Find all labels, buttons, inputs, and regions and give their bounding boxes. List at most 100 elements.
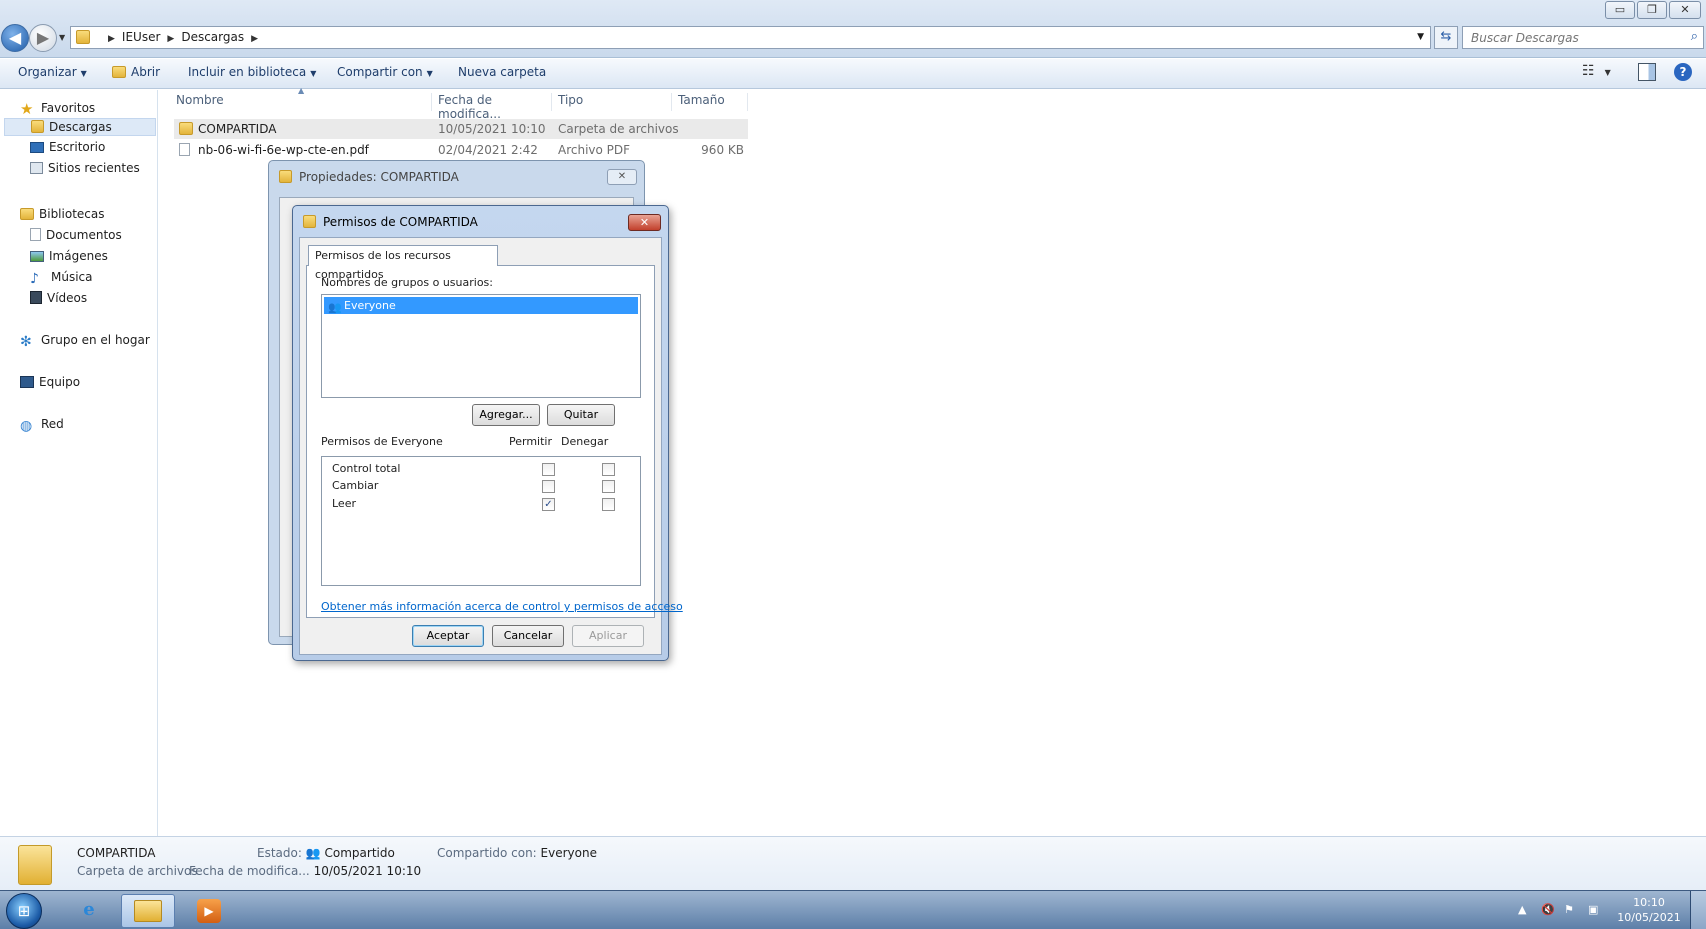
action-center-flag-icon[interactable]: ⚑ [1564,903,1574,916]
help-icon[interactable]: ? [1674,63,1692,81]
column-header-size[interactable]: Tamaño [678,93,748,111]
sidebar-item-videos[interactable]: Vídeos [30,291,87,305]
allow-full-control-checkbox[interactable] [542,463,555,476]
speaker-muted-icon[interactable]: 🔇 [1541,903,1555,916]
taskbar-windows-explorer[interactable] [121,894,175,928]
file-row-compartida[interactable]: COMPARTIDA 10/05/2021 10:10 Carpeta de a… [174,119,748,139]
show-hidden-icons-icon[interactable]: ▲ [1518,903,1526,916]
deny-full-control-checkbox[interactable] [602,463,615,476]
clock-date: 10/05/2021 [1617,911,1681,924]
folder-icon [179,122,193,135]
permissions-close-button[interactable]: ✕ [628,214,661,231]
search-input[interactable] [1471,28,1681,48]
recent-places-icon [30,162,43,174]
deny-change-checkbox[interactable] [602,480,615,493]
refresh-button[interactable]: ⇆ [1434,26,1458,49]
list-item-everyone[interactable]: 👥 Everyone [324,297,638,314]
homegroup-icon: ✻ [20,334,32,350]
minimize-icon: ▭ [1614,3,1626,16]
access-control-help-link[interactable]: Obtener más información acerca de contro… [321,600,683,613]
forward-button[interactable]: ▶ [29,24,57,52]
sidebar-item-computer[interactable]: Equipo [20,375,80,389]
column-header-type[interactable]: Tipo [558,93,672,111]
organize-button[interactable]: Organizar ▼ [18,65,87,79]
chevron-right-icon[interactable]: ▶ [251,34,258,44]
sidebar-item-label: Descargas [49,120,112,134]
file-name: nb-06-wi-fi-6e-wp-cte-en.pdf [198,143,369,157]
address-bar[interactable]: ▶ IEUser ▶ Descargas ▶ ▼ [70,26,1431,49]
breadcrumb-ieuser[interactable]: IEUser [122,30,160,44]
back-button[interactable]: ◀ [1,24,29,52]
file-date: 10/05/2021 10:10 [438,122,546,136]
sidebar-item-network[interactable]: ◍ Red [20,417,64,434]
recent-pages-dropdown-icon[interactable]: ▼ [59,33,65,42]
maximize-button[interactable]: ❐ [1637,1,1667,19]
sidebar-item-label: Red [41,417,64,431]
allow-change-checkbox[interactable] [542,480,555,493]
permissions-dialog: Permisos de COMPARTIDA ✕ Permisos de los… [292,205,683,661]
share-permissions-panel: Nombres de grupos o usuarios: 👥 Everyone… [306,265,683,618]
folder-icon [18,845,52,885]
sidebar-item-libraries[interactable]: Bibliotecas [20,207,104,221]
change-view-button[interactable]: ☷ ▼ [1582,63,1611,79]
column-header-name[interactable]: Nombre [176,93,432,111]
sidebar-item-music[interactable]: ♪ Música [30,270,93,287]
details-modified: Fecha de modifica... 10/05/2021 10:10 [189,864,421,878]
file-row-pdf[interactable]: nb-06-wi-fi-6e-wp-cte-en.pdf 02/04/2021 … [174,140,748,160]
user-name: Everyone [344,299,396,312]
taskbar-internet-explorer[interactable]: e [62,894,116,928]
search-icon[interactable]: ⌕ [1691,29,1698,44]
sidebar-item-downloads[interactable]: Descargas [4,118,156,136]
sidebar-item-label: Grupo en el hogar [41,333,150,347]
allow-read-checkbox[interactable]: ✓ [542,498,555,511]
sidebar-item-recent[interactable]: Sitios recientes [30,161,140,175]
allow-column-label: Permitir [509,435,553,448]
tab-share-permissions[interactable]: Permisos de los recursos compartidos [308,245,498,281]
include-library-label: Incluir en biblioteca [188,65,307,79]
cancel-button[interactable]: Cancelar [492,625,564,647]
sidebar-item-label: Favoritos [41,101,96,115]
share-with-button[interactable]: Compartir con ▼ [337,65,433,79]
show-desktop-button[interactable] [1690,891,1706,929]
sidebar-item-documents[interactable]: Documentos [30,228,122,242]
sidebar-item-favorites[interactable]: ★ Favoritos [20,100,96,118]
taskbar-media-player[interactable]: ▶ [182,894,236,928]
details-kind: Carpeta de archivos [77,864,198,878]
breadcrumb-descargas[interactable]: Descargas [181,30,244,44]
permissions-list: Control total Cambiar Leer ✓ [321,456,641,586]
start-button[interactable]: ⊞ [6,893,42,929]
add-user-button[interactable]: Agregar... [472,404,540,426]
properties-close-button[interactable]: ✕ [607,169,637,185]
chevron-right-icon[interactable]: ▶ [108,34,115,44]
apply-button[interactable]: Aplicar [572,625,644,647]
details-name: COMPARTIDA [77,846,156,860]
ok-button[interactable]: Aceptar [412,625,484,647]
sidebar-item-homegroup[interactable]: ✻ Grupo en el hogar [20,333,150,350]
open-button[interactable]: Abrir [112,65,160,79]
sidebar-item-desktop[interactable]: Escritorio [30,140,105,154]
taskbar-clock[interactable]: 10:10 10/05/2021 [1614,895,1684,925]
preview-pane-icon[interactable] [1638,63,1656,81]
sidebar-item-pictures[interactable]: Imágenes [30,249,108,263]
close-window-button[interactable]: ✕ [1669,1,1701,19]
new-folder-button[interactable]: Nueva carpeta [458,65,546,79]
remove-user-button[interactable]: Quitar [547,404,615,426]
music-icon: ♪ [30,271,39,287]
file-date: 02/04/2021 2:42 [438,143,538,157]
address-dropdown-icon[interactable]: ▼ [1417,32,1424,42]
users-list[interactable]: 👥 Everyone [321,294,641,398]
restore-icon: ❐ [1647,3,1657,16]
include-library-button[interactable]: Incluir en biblioteca ▼ [188,65,316,79]
deny-read-checkbox[interactable] [602,498,615,511]
minimize-button[interactable]: ▭ [1605,1,1635,19]
back-arrow-icon: ◀ [8,28,22,47]
network-status-icon[interactable]: ▣ [1588,903,1598,916]
videos-icon [30,291,42,304]
modified-value: 10/05/2021 10:10 [313,864,422,878]
search-box[interactable]: ⌕ [1462,26,1704,49]
modified-label: Fecha de modifica... [189,864,310,878]
chevron-right-icon[interactable]: ▶ [167,34,174,44]
column-header-date[interactable]: Fecha de modifica... [438,93,552,121]
clock-time: 10:10 [1633,896,1665,909]
window-titlebar: ▭ ❐ ✕ ◀ ▶ ▼ ▶ IEUser ▶ Descargas ▶ ▼ ⇆ ⌕ [0,0,1706,58]
